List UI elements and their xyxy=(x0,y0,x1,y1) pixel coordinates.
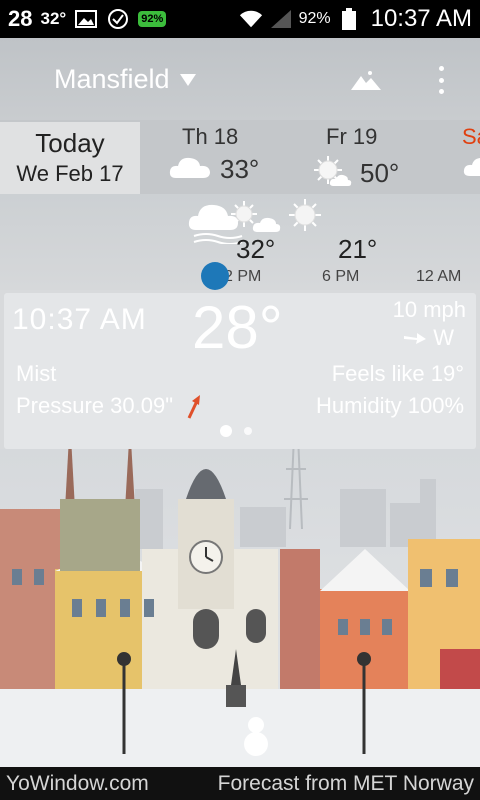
hourly-forecast[interactable]: 32° 21° 2 PM 6 PM 12 AM xyxy=(0,194,480,290)
check-circle-icon xyxy=(106,8,130,30)
battery-saver-badge: 92% xyxy=(138,11,167,27)
cloud-icon xyxy=(168,154,212,185)
forecast-source-link[interactable]: Forecast from MET Norway xyxy=(218,772,474,796)
day-tab-today[interactable]: Today We Feb 17 xyxy=(0,122,140,194)
hourly-temp: 21° xyxy=(338,234,378,264)
weather-description: Mist xyxy=(16,361,57,386)
status-temp-secondary: 32° xyxy=(40,9,67,28)
image-icon xyxy=(74,8,98,30)
wind-direction: W xyxy=(403,325,454,351)
overflow-menu-icon[interactable] xyxy=(436,66,446,94)
page-dot xyxy=(244,427,252,435)
status-time: 10:37 AM xyxy=(370,5,472,32)
day-name: Th 18 xyxy=(182,124,239,149)
day-name: Fr 19 xyxy=(326,124,378,149)
landscape-icon[interactable] xyxy=(350,70,382,92)
hourly-time: 6 PM xyxy=(322,268,360,285)
hourly-time: 2 PM xyxy=(224,268,262,285)
app-header: Mansfield xyxy=(0,38,480,120)
time-slider-handle[interactable] xyxy=(201,262,229,290)
signal-icon xyxy=(269,8,293,30)
cloud-icon xyxy=(462,154,480,183)
partly-sunny-icon xyxy=(312,154,352,193)
hourly-time: 12 AM xyxy=(416,268,462,285)
footer-bar: YoWindow.com Forecast from MET Norway xyxy=(0,767,480,800)
day-tab-friday[interactable]: Fr 19 50° xyxy=(312,124,399,193)
page-dot-active xyxy=(220,425,232,437)
day-temp: 50° xyxy=(360,158,400,188)
location-selector[interactable]: Mansfield xyxy=(54,64,196,95)
day-name: Sa xyxy=(462,124,480,149)
today-label: Today xyxy=(35,128,105,158)
wind-speed: 10 mph xyxy=(392,297,466,322)
wind-arrow-icon xyxy=(404,333,427,344)
yowindow-link[interactable]: YoWindow.com xyxy=(6,772,149,796)
page-indicator xyxy=(220,425,252,437)
sun-icon xyxy=(288,198,322,237)
pressure-trend-icon xyxy=(186,393,202,424)
battery-percent: 92% xyxy=(298,10,331,27)
feels-like: Feels like 19° xyxy=(331,361,464,386)
current-temperature: 28° xyxy=(192,294,283,361)
battery-icon xyxy=(337,8,361,30)
town-scene-illustration xyxy=(0,449,480,767)
current-conditions-panel[interactable]: 10:37 AM 28° 10 mph W Mist Feels like 19… xyxy=(4,293,476,449)
day-tab-thursday[interactable]: Th 18 33° xyxy=(168,124,259,185)
location-name: Mansfield xyxy=(54,64,170,94)
status-bar: 28 32° 92% 92% 10:37 AM xyxy=(0,0,480,38)
pressure: Pressure 30.09" xyxy=(16,393,174,418)
day-tab-saturday[interactable]: Sa xyxy=(462,124,480,183)
day-temp: 33° xyxy=(220,154,260,184)
wifi-icon xyxy=(239,8,263,30)
daily-forecast-strip: Today We Feb 17 Th 18 33° Fr 19 50° S xyxy=(0,120,480,194)
wind-direction-label: W xyxy=(433,325,454,350)
hourly-temp: 32° xyxy=(236,234,276,264)
today-date: We Feb 17 xyxy=(16,161,124,186)
status-temp: 28 xyxy=(8,6,33,31)
humidity: Humidity 100% xyxy=(316,393,464,418)
dropdown-arrow-icon xyxy=(179,73,196,86)
current-time: 10:37 AM xyxy=(12,303,147,336)
